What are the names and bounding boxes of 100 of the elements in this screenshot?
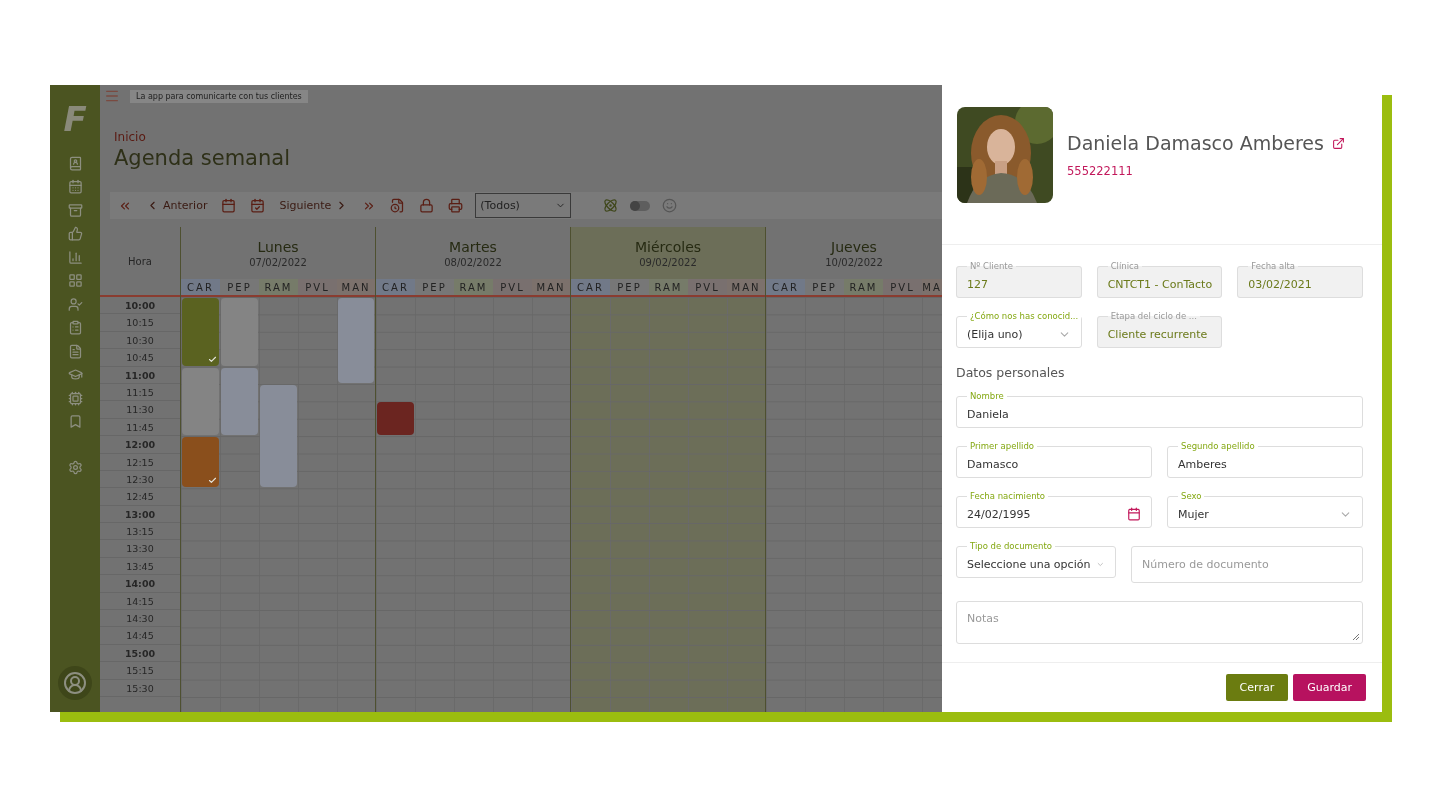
- staff-header: CAR: [376, 279, 415, 295]
- input-field[interactable]: Etapa del ciclo de ... Cliente recurrente: [1096, 311, 1223, 348]
- day-date: 09/02/2022: [639, 256, 697, 268]
- filter-select[interactable]: (Todos): [475, 193, 572, 218]
- staff-header: CAR: [766, 279, 805, 295]
- time-label: 11:15: [100, 383, 180, 402]
- time-label: 10:00: [100, 297, 180, 315]
- appointment-block[interactable]: [221, 367, 258, 436]
- section-title: Datos personales: [956, 365, 1066, 380]
- time-label: 11:00: [100, 366, 180, 384]
- thumbs-up-icon[interactable]: [67, 226, 83, 241]
- calendar-icon[interactable]: [1127, 507, 1141, 521]
- page-title: Agenda semanal: [114, 146, 291, 170]
- day-date: 08/02/2022: [444, 256, 502, 268]
- archive-icon[interactable]: [67, 202, 83, 218]
- calendar-icon[interactable]: [67, 179, 83, 194]
- field-label: ¿Cómo nos has conocid...: [969, 311, 1080, 321]
- field-label: Clínica: [1109, 261, 1140, 271]
- time-label: 12:45: [100, 488, 180, 506]
- check-icon: [208, 354, 217, 364]
- bookmark-icon[interactable]: [67, 414, 83, 429]
- day-name: Lunes: [257, 238, 299, 255]
- staff-header: PVL: [493, 279, 532, 295]
- staff-header: MAN: [532, 279, 570, 295]
- previous-button[interactable]: Anterior: [144, 197, 210, 214]
- select-field[interactable]: ¿Cómo nos has conocid... (Elija uno): [956, 311, 1082, 348]
- input-field[interactable]: Fecha alta 03/02/2021: [1237, 261, 1363, 298]
- time-label: 13:45: [100, 557, 180, 576]
- time-label: 10:30: [100, 331, 180, 350]
- close-button[interactable]: Cerrar: [1225, 674, 1289, 701]
- time-label: 13:15: [100, 523, 180, 541]
- staff-header: PVL: [298, 279, 337, 295]
- chip-icon[interactable]: [67, 390, 83, 406]
- day-name: Miércoles: [634, 238, 702, 255]
- time-label: 10:15: [100, 314, 180, 332]
- select-field[interactable]: Sexo Mujer: [1167, 491, 1363, 528]
- time-label: 10:45: [100, 349, 180, 367]
- time-label: 13:30: [100, 540, 180, 558]
- notes-field[interactable]: Notas: [956, 601, 1363, 644]
- clipboard-icon[interactable]: [67, 320, 83, 335]
- input-field[interactable]: Nombre Daniela: [956, 391, 1363, 428]
- user-check-icon[interactable]: [67, 296, 83, 312]
- user-avatar-icon[interactable]: [58, 666, 92, 700]
- appointment-block[interactable]: [182, 367, 219, 436]
- staff-header: MAN: [727, 279, 765, 295]
- staff-header: RAM: [454, 279, 493, 295]
- field-label: Sexo: [1180, 491, 1203, 501]
- field-label: Segundo apellido: [1180, 441, 1256, 451]
- staff-header: RAM: [844, 279, 883, 295]
- time-label: 14:00: [100, 575, 180, 593]
- staff-header: PEP: [610, 279, 649, 295]
- field-label: Etapa del ciclo de ...: [1109, 311, 1198, 321]
- time-label: 12:15: [100, 453, 180, 471]
- input-field[interactable]: Segundo apellido Amberes: [1167, 441, 1363, 478]
- staff-header: PVL: [688, 279, 727, 295]
- appointment-block[interactable]: [182, 437, 219, 488]
- appointment-block[interactable]: [377, 402, 414, 436]
- staff-header: MA: [922, 279, 942, 295]
- settings-icon[interactable]: [67, 459, 83, 475]
- input-field[interactable]: Número de documento: [1131, 546, 1363, 583]
- document-icon[interactable]: [67, 343, 83, 359]
- appointment-block[interactable]: [260, 384, 297, 488]
- toggle-switch[interactable]: [630, 200, 651, 211]
- input-field[interactable]: Clínica CNTCT1 - ConTacto: [1096, 261, 1223, 298]
- time-label: 13:00: [100, 505, 180, 524]
- client-name: Daniela Damasco Amberes: [1067, 132, 1324, 154]
- input-field[interactable]: Nº Cliente 127: [956, 261, 1082, 298]
- save-button[interactable]: Guardar: [1293, 674, 1366, 701]
- menu-icon[interactable]: [104, 88, 120, 104]
- select-field[interactable]: Tipo de documento Seleccione una opción: [956, 541, 1116, 578]
- external-link-icon[interactable]: [1331, 136, 1345, 150]
- hour-header: Hora: [100, 227, 180, 297]
- bar-chart-icon[interactable]: [67, 249, 83, 265]
- field-label: Nº Cliente: [969, 261, 1014, 271]
- resize-grip-icon[interactable]: [1352, 633, 1359, 640]
- phone-number: 555222111: [1067, 164, 1134, 178]
- day-date: 10/02/2022: [825, 256, 883, 268]
- date-field[interactable]: Fecha nacimiento 24/02/1995: [956, 491, 1152, 528]
- next-button[interactable]: Siguiente: [277, 197, 351, 214]
- staff-header: PEP: [805, 279, 844, 295]
- graduation-cap-icon[interactable]: [67, 367, 83, 382]
- day-name: Martes: [449, 238, 497, 255]
- time-label: 12:00: [100, 436, 180, 454]
- time-label: 15:00: [100, 644, 180, 663]
- day-date: 07/02/2022: [249, 256, 307, 268]
- input-field[interactable]: Primer apellido Damasco: [956, 441, 1152, 478]
- staff-header: PEP: [220, 279, 259, 295]
- staff-header: MAN: [337, 279, 375, 295]
- time-label: 14:15: [100, 592, 180, 611]
- check-icon: [208, 476, 217, 486]
- time-label: 11:30: [100, 401, 180, 419]
- contact-card-icon[interactable]: [67, 155, 83, 171]
- field-label: Primer apellido: [969, 441, 1036, 451]
- staff-header: CAR: [571, 279, 610, 295]
- banner[interactable]: La app para comunicarte con tus clientes: [130, 89, 308, 103]
- grid-icon[interactable]: [67, 273, 83, 288]
- staff-header: RAM: [649, 279, 688, 295]
- breadcrumb[interactable]: Inicio: [114, 130, 942, 144]
- time-label: 11:45: [100, 418, 180, 437]
- field-label: Fecha nacimiento: [969, 491, 1047, 501]
